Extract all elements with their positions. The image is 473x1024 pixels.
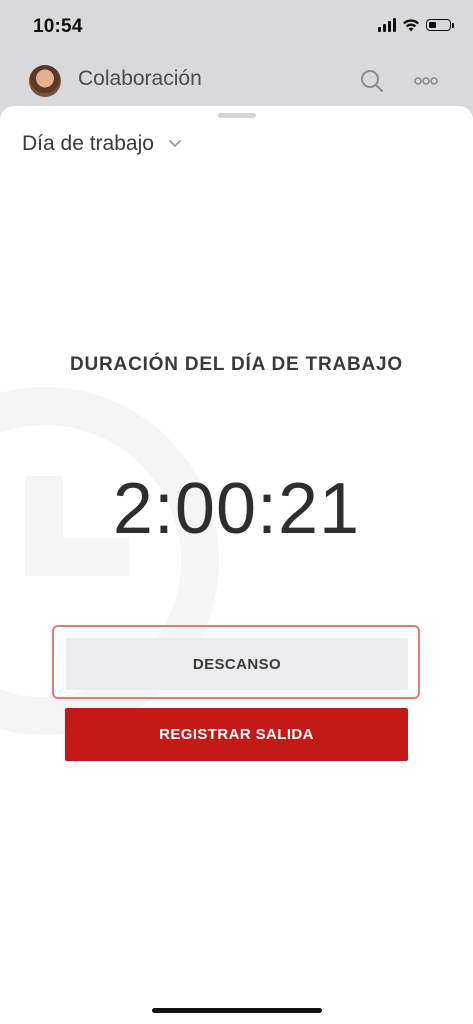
status-bar: 10:54 (0, 0, 473, 56)
search-icon (361, 70, 383, 92)
workday-dropdown[interactable]: Día de trabajo (22, 132, 182, 156)
break-button[interactable]: DESCANSO (66, 638, 408, 690)
status-time: 10:54 (33, 16, 83, 37)
more-button[interactable] (409, 64, 443, 98)
clock-watermark-icon (0, 387, 219, 735)
avatar[interactable] (29, 65, 61, 97)
break-button-highlight: DESCANSO (52, 625, 420, 699)
app-header: Colaboración (0, 56, 473, 106)
workday-timer: 2:00:21 (112, 469, 361, 549)
more-icon (414, 77, 438, 85)
home-indicator[interactable] (152, 1008, 322, 1013)
search-button[interactable] (355, 64, 389, 98)
wifi-icon (403, 19, 419, 32)
workday-sheet: Día de trabajo DURACIÓN DEL DÍA DE TRABA… (0, 106, 473, 1024)
battery-icon (426, 19, 454, 31)
page-title: Colaboración (78, 67, 202, 90)
section-title: DURACIÓN DEL DÍA DE TRABAJO (69, 354, 403, 375)
clock-out-button[interactable]: REGISTRAR SALIDA (65, 708, 408, 761)
chevron-down-icon (169, 140, 181, 147)
status-icons (378, 18, 454, 32)
sheet-grabber[interactable] (218, 113, 256, 118)
cellular-signal-icon (378, 18, 396, 32)
dropdown-label: Día de trabajo (22, 132, 154, 155)
